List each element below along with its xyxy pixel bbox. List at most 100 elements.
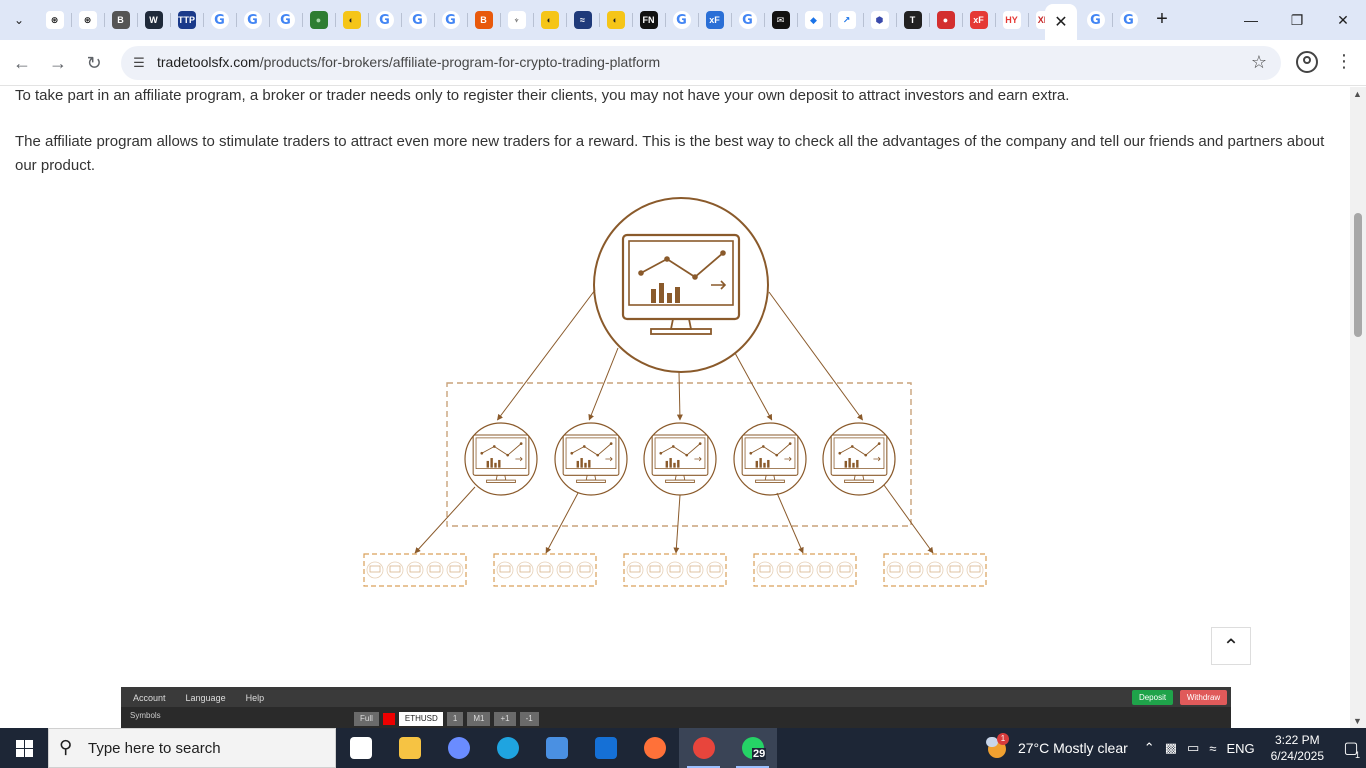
browser-tab[interactable]: ● — [302, 0, 335, 40]
whatsapp-badge: 29 — [752, 748, 767, 760]
reload-button[interactable]: ↻ — [82, 51, 106, 75]
weather-text[interactable]: 27°C Mostly clear — [1018, 740, 1128, 756]
file-explorer-taskbar-button[interactable] — [385, 728, 434, 768]
minimize-button[interactable]: — — [1228, 0, 1274, 40]
browser-tab[interactable]: ↗ — [830, 0, 863, 40]
clock[interactable]: 3:22 PM 6/24/2025 — [1271, 732, 1324, 764]
browser-tab[interactable]: xF — [698, 0, 731, 40]
terminal-tool-button[interactable]: 1 — [446, 712, 464, 726]
browser-tab[interactable]: ⊛ — [38, 0, 71, 40]
network-icon[interactable]: ≈ — [1209, 741, 1216, 756]
browser-tab[interactable]: ⊛ — [71, 0, 104, 40]
url-text[interactable]: tradetoolsfx.com/products/for-brokers/af… — [157, 54, 660, 70]
task-view-icon — [349, 737, 372, 759]
browser-tab[interactable]: ◐ — [599, 0, 632, 40]
browser-tab[interactable]: ⬢ — [863, 0, 896, 40]
forward-button[interactable]: → — [46, 51, 70, 75]
scroll-up-arrow-icon[interactable]: ▲ — [1353, 89, 1362, 99]
browser-tab[interactable]: G — [269, 0, 302, 40]
browser-tab[interactable]: G — [1079, 0, 1112, 40]
notification-center-icon[interactable]: ▢ 1 — [1336, 728, 1366, 768]
profile-icon[interactable] — [1296, 51, 1318, 73]
task-view-taskbar-button[interactable] — [336, 728, 385, 768]
browser-tab[interactable]: HY — [995, 0, 1028, 40]
color-swatch[interactable] — [382, 713, 395, 725]
terminal-menu-item[interactable]: Account — [133, 693, 166, 703]
store-taskbar-button[interactable] — [532, 728, 581, 768]
close-tab-icon[interactable]: ✕ — [1054, 12, 1067, 32]
browser-tab[interactable]: B — [104, 0, 137, 40]
tier3-monitor-icon — [709, 565, 721, 573]
copilot-taskbar-button[interactable] — [434, 728, 483, 768]
browser-tab[interactable]: ✉ — [764, 0, 797, 40]
restore-button[interactable]: ❐ — [1274, 0, 1320, 40]
language-indicator[interactable]: ENG — [1226, 741, 1254, 756]
scroll-down-arrow-icon[interactable]: ▼ — [1353, 716, 1362, 726]
search-icon: ⚲ — [59, 737, 73, 757]
browser-tab[interactable]: G — [203, 0, 236, 40]
site-info-icon[interactable]: ☰ — [129, 53, 149, 73]
terminal-menu-item[interactable]: Help — [246, 693, 265, 703]
firefox-taskbar-button[interactable] — [630, 728, 679, 768]
browser-tab[interactable]: G — [665, 0, 698, 40]
bookmark-star-icon[interactable]: ☆ — [1251, 52, 1267, 73]
browser-tab[interactable]: B — [467, 0, 500, 40]
browser-tab[interactable]: ♆ — [500, 0, 533, 40]
tier3-node — [886, 561, 904, 579]
tier3-monitor-icon — [889, 565, 901, 573]
deposit-button[interactable]: Deposit — [1132, 690, 1173, 705]
address-bar[interactable]: ☰ tradetoolsfx.com/products/for-brokers/… — [121, 46, 1281, 80]
browser-tab[interactable]: G — [1112, 0, 1145, 40]
tab-search-button[interactable]: ⌄ — [6, 7, 32, 33]
tier3-monitor-icon — [429, 565, 441, 573]
scroll-to-top-button[interactable]: ⌃ — [1211, 627, 1251, 665]
terminal-tool-button[interactable]: Full — [354, 712, 379, 726]
browser-tab[interactable]: TTP — [170, 0, 203, 40]
back-button[interactable]: ← — [10, 51, 34, 75]
terminal-menu-item[interactable]: Language — [186, 693, 226, 703]
battery-icon[interactable]: ▭ — [1187, 740, 1199, 756]
chrome-taskbar-button[interactable] — [679, 728, 728, 768]
chevron-up-icon[interactable]: ⌃ — [1144, 740, 1155, 756]
menu-icon[interactable]: ⋮ — [1334, 49, 1354, 75]
tier3-node — [836, 561, 854, 579]
start-button[interactable] — [0, 728, 48, 768]
tier3-monitor-icon — [409, 565, 421, 573]
browser-tab[interactable]: G — [434, 0, 467, 40]
browser-tab[interactable]: W — [137, 0, 170, 40]
meet-now-icon[interactable]: ▩ — [1165, 740, 1177, 756]
terminal-toolbar: Symbols Full ETHUSD 1 M1 +1 -1 — [121, 707, 1231, 728]
active-tab[interactable]: ✕ — [1045, 4, 1077, 40]
terminal-tool-button[interactable]: +1 — [494, 712, 516, 726]
terminal-tool-button[interactable]: ETHUSD — [398, 712, 443, 726]
terminal-tool-button[interactable]: -1 — [519, 712, 539, 726]
tier3-monitor-icon — [759, 565, 771, 573]
browser-tab[interactable]: ◐ — [335, 0, 368, 40]
tier3-monitor-icon — [519, 565, 531, 573]
whatsapp-taskbar-button[interactable]: 29 — [728, 728, 777, 768]
weather-icon[interactable]: 1 — [985, 733, 1009, 759]
withdraw-button[interactable]: Withdraw — [1180, 690, 1227, 705]
browser-tab[interactable]: xF — [962, 0, 995, 40]
browser-tab[interactable]: FN — [632, 0, 665, 40]
browser-tab[interactable]: G — [368, 0, 401, 40]
browser-tab[interactable]: T — [896, 0, 929, 40]
terminal-tool-button[interactable]: M1 — [467, 712, 491, 726]
browser-tab[interactable]: ≈ — [566, 0, 599, 40]
browser-tab[interactable]: G — [401, 0, 434, 40]
browser-tab[interactable]: ◆ — [797, 0, 830, 40]
outlook-taskbar-button[interactable] — [581, 728, 630, 768]
browser-tab[interactable]: G — [731, 0, 764, 40]
browser-tab[interactable]: G — [236, 0, 269, 40]
browser-tab[interactable]: ◐ — [533, 0, 566, 40]
close-window-button[interactable]: ✕ — [1320, 0, 1366, 40]
vertical-scrollbar[interactable]: ▲ ▼ — [1350, 87, 1366, 728]
new-tab-button[interactable]: + — [1150, 8, 1174, 32]
tier3-monitor-icon — [779, 565, 791, 573]
system-tray: 1 27°C Mostly clear ⌃ ▩ ▭ ≈ ENG 3:22 PM … — [985, 728, 1366, 768]
scrollbar-thumb[interactable] — [1354, 213, 1362, 337]
taskbar-search[interactable]: ⚲ Type here to search — [48, 728, 336, 768]
edge-taskbar-button[interactable] — [483, 728, 532, 768]
tier3-monitor-icon — [949, 565, 961, 573]
browser-tab[interactable]: ● — [929, 0, 962, 40]
